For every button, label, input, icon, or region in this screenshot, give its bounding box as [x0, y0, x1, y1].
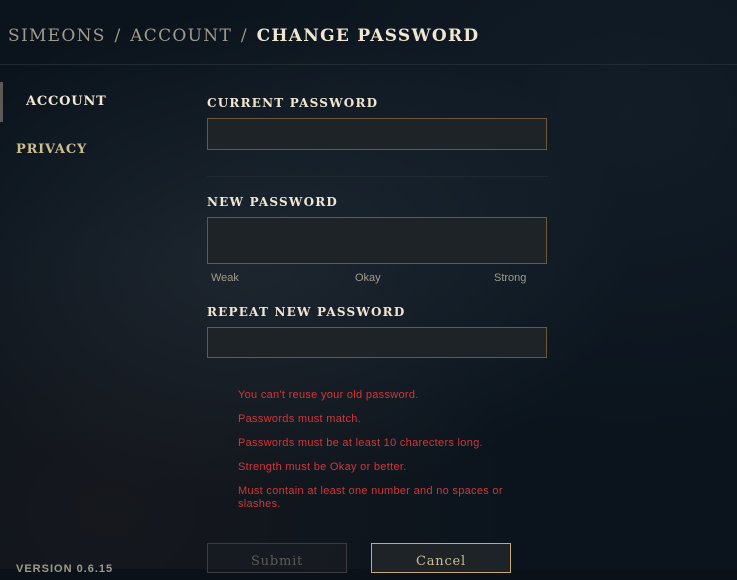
error-message: Strength must be Okay or better. [238, 461, 407, 473]
error-message: You can't reuse your old password. [238, 389, 419, 401]
repeat-password-field[interactable] [207, 327, 547, 358]
error-message: Passwords must match. [238, 413, 362, 425]
breadcrumb-separator: / [114, 26, 122, 46]
page-header: SIMEONS / ACCOUNT / CHANGE PASSWORD [0, 0, 737, 65]
breadcrumb-summoner[interactable]: SIMEONS [8, 26, 106, 46]
new-password-label: NEW PASSWORD [207, 195, 339, 209]
active-nav-indicator [0, 82, 3, 122]
breadcrumb-separator: / [240, 26, 248, 46]
version-label: VERSION 0.6.15 [16, 563, 114, 575]
breadcrumb-account[interactable]: ACCOUNT [130, 26, 232, 46]
page-title: CHANGE PASSWORD [256, 26, 480, 46]
sidebar-item-privacy[interactable]: PRIVACY [16, 142, 87, 157]
current-password-field[interactable] [207, 118, 547, 150]
sidebar-item-account[interactable]: ACCOUNT [26, 94, 107, 109]
validation-errors: You can't reuse your old password. Passw… [238, 389, 548, 522]
strength-okay-label: Okay [355, 272, 381, 284]
section-divider [207, 176, 548, 177]
strength-strong-label: Strong [494, 272, 527, 284]
new-password-field[interactable] [207, 217, 547, 264]
error-message: Passwords must be at least 10 charecters… [238, 437, 483, 449]
current-password-label: CURRENT PASSWORD [207, 96, 379, 110]
breadcrumb: SIMEONS / ACCOUNT / CHANGE PASSWORD [8, 26, 479, 46]
repeat-password-label: REPEAT NEW PASSWORD [207, 305, 406, 319]
error-message: Must contain at least one number and no … [238, 485, 503, 510]
strength-weak-label: Weak [211, 272, 239, 284]
